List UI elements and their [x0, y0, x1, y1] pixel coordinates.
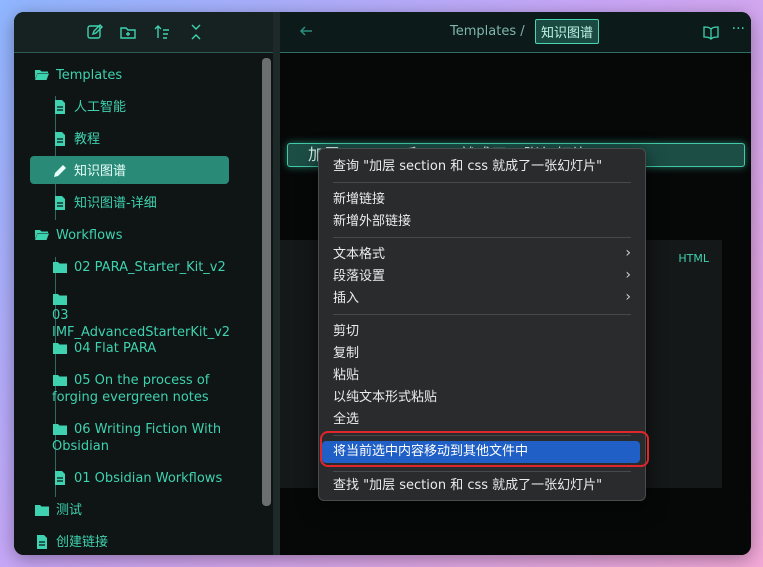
folder-open-icon — [34, 67, 50, 83]
folder-icon — [34, 502, 50, 518]
file-create-link[interactable]: 创建链接 — [34, 534, 108, 551]
tree-item-label: 知识图谱 — [74, 164, 127, 179]
file-icon — [52, 131, 68, 147]
menu-item-copy[interactable]: 复制 — [333, 346, 359, 362]
tree-item-label: Templates — [56, 68, 123, 83]
file-icon — [34, 534, 50, 550]
chevron-right-icon: › — [625, 267, 631, 283]
sidebar-resize-handle[interactable] — [273, 12, 280, 555]
menu-item-paste-plain-text[interactable]: 以纯文本形式粘贴 — [333, 390, 437, 406]
menu-separator — [333, 471, 631, 472]
menu-separator — [333, 182, 631, 183]
annotation-highlight-box — [320, 431, 649, 467]
sort-icon[interactable] — [153, 23, 171, 41]
folder-icon — [52, 259, 68, 275]
pencil-icon — [52, 163, 68, 179]
tree-item-label: 测试 — [56, 503, 83, 518]
file-icon — [52, 195, 68, 211]
menu-item-text-format[interactable]: 文本格式 — [333, 247, 385, 263]
breadcrumb-current[interactable]: 知识图谱 — [535, 19, 600, 44]
menu-separator — [333, 237, 631, 238]
sidebar-scrollbar[interactable] — [262, 58, 271, 506]
tree-item-label: 知识图谱-详细 — [74, 196, 157, 211]
menu-item-select-all[interactable]: 全选 — [333, 412, 359, 428]
folder-writing-fiction[interactable]: 06 Writing Fiction With Obsidian — [52, 421, 227, 455]
folder-flat-para[interactable]: 04 Flat PARA — [52, 340, 156, 357]
edit-note-icon[interactable] — [86, 23, 104, 41]
folder-para-starter[interactable]: 02 PARA_Starter_Kit_v2 — [52, 259, 226, 276]
folder-evergreen-notes[interactable]: 05 On the process of forging evergreen n… — [52, 372, 227, 406]
file-icon — [52, 99, 68, 115]
tree-item-label: Workflows — [56, 228, 123, 243]
collapse-icon[interactable] — [187, 23, 205, 41]
menu-item-cut[interactable]: 剪切 — [333, 324, 359, 340]
chevron-right-icon: › — [625, 289, 631, 305]
file-knowledge-graph-active[interactable]: 知识图谱 — [30, 156, 229, 184]
tree-item-label: 01 Obsidian Workflows — [74, 471, 223, 486]
file-obsidian-workflows[interactable]: 01 Obsidian Workflows — [52, 470, 222, 487]
file-explorer-sidebar: Templates 人工智能 教程 知识图谱 知识图谱-详细 Workflows — [14, 12, 274, 555]
folder-icon — [52, 340, 68, 356]
tree-item-label: 05 On the process of forging evergreen n… — [52, 373, 210, 405]
chevron-right-icon: › — [625, 245, 631, 261]
tree-item-label: 04 Flat PARA — [74, 341, 157, 356]
menu-item-insert[interactable]: 插入 — [333, 291, 359, 307]
file-ai[interactable]: 人工智能 — [52, 99, 126, 116]
more-options-icon[interactable]: ··· — [732, 21, 745, 37]
reading-view-icon[interactable] — [703, 24, 719, 40]
folder-templates[interactable]: Templates — [34, 67, 122, 84]
new-folder-icon[interactable] — [119, 23, 137, 41]
tree-item-label: 创建链接 — [56, 535, 109, 550]
breadcrumb-parent[interactable]: Templates / — [450, 24, 525, 39]
file-knowledge-graph-detail[interactable]: 知识图谱-详细 — [52, 195, 157, 212]
tree-item-label: 02 PARA_Starter_Kit_v2 — [74, 260, 226, 275]
menu-item-search-selection[interactable]: 查询 "加层 section 和 css 就成了一张幻灯片" — [333, 159, 602, 175]
folder-test[interactable]: 测试 — [34, 502, 82, 519]
folder-workflows[interactable]: Workflows — [34, 227, 122, 244]
folder-icon — [52, 291, 68, 307]
menu-item-new-external-link[interactable]: 新增外部链接 — [333, 214, 411, 230]
back-arrow-icon[interactable] — [298, 23, 314, 39]
menu-item-paragraph-settings[interactable]: 段落设置 — [333, 269, 385, 285]
menu-item-new-link[interactable]: 新增链接 — [333, 192, 385, 208]
folder-open-icon — [34, 227, 50, 243]
editor-header: Templates / 知识图谱 ··· — [280, 12, 751, 53]
file-tutorial[interactable]: 教程 — [52, 131, 100, 148]
code-language-label: HTML — [678, 252, 709, 265]
sidebar-toolbar — [14, 12, 274, 53]
tree-item-label: 03 IMF_AdvancedStarterKit_v2 — [52, 308, 231, 340]
menu-item-paste[interactable]: 粘贴 — [333, 368, 359, 384]
menu-separator — [333, 314, 631, 315]
folder-imf-advanced[interactable]: 03 IMF_AdvancedStarterKit_v2 — [52, 291, 237, 341]
menu-item-find-selection[interactable]: 查找 "加层 section 和 css 就成了一张幻灯片" — [333, 478, 602, 494]
file-icon — [52, 470, 68, 486]
tree-item-label: 人工智能 — [74, 100, 127, 115]
tree-item-label: 06 Writing Fiction With Obsidian — [52, 422, 222, 454]
tree-item-label: 教程 — [74, 132, 101, 147]
